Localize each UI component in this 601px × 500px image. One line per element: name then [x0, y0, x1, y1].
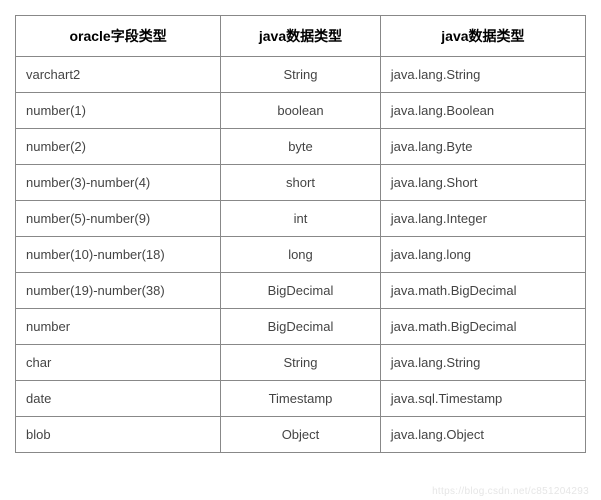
cell-java-primitive: boolean — [221, 93, 381, 129]
header-oracle-type: oracle字段类型 — [16, 16, 221, 57]
table-row: dateTimestampjava.sql.Timestamp — [16, 381, 586, 417]
cell-oracle-type: number(3)-number(4) — [16, 165, 221, 201]
cell-java-primitive: Timestamp — [221, 381, 381, 417]
cell-java-class: java.lang.Integer — [380, 201, 585, 237]
cell-oracle-type: date — [16, 381, 221, 417]
cell-java-primitive: BigDecimal — [221, 309, 381, 345]
cell-java-class: java.lang.Byte — [380, 129, 585, 165]
header-java-type-1: java数据类型 — [221, 16, 381, 57]
cell-java-class: java.math.BigDecimal — [380, 309, 585, 345]
cell-oracle-type: number(19)-number(38) — [16, 273, 221, 309]
table-row: number(10)-number(18)longjava.lang.long — [16, 237, 586, 273]
cell-java-primitive: String — [221, 345, 381, 381]
cell-java-primitive: BigDecimal — [221, 273, 381, 309]
cell-java-primitive: Object — [221, 417, 381, 453]
table-row: number(1)booleanjava.lang.Boolean — [16, 93, 586, 129]
cell-java-primitive: String — [221, 57, 381, 93]
cell-oracle-type: char — [16, 345, 221, 381]
cell-oracle-type: number — [16, 309, 221, 345]
table-row: blobObjectjava.lang.Object — [16, 417, 586, 453]
cell-java-class: java.lang.Boolean — [380, 93, 585, 129]
cell-java-class: java.lang.Object — [380, 417, 585, 453]
cell-java-primitive: long — [221, 237, 381, 273]
cell-java-primitive: short — [221, 165, 381, 201]
cell-java-class: java.sql.Timestamp — [380, 381, 585, 417]
cell-oracle-type: varchart2 — [16, 57, 221, 93]
cell-java-class: java.lang.String — [380, 57, 585, 93]
header-java-type-2: java数据类型 — [380, 16, 585, 57]
table-body: varchart2Stringjava.lang.Stringnumber(1)… — [16, 57, 586, 453]
table-row: number(2)bytejava.lang.Byte — [16, 129, 586, 165]
cell-java-primitive: int — [221, 201, 381, 237]
cell-oracle-type: blob — [16, 417, 221, 453]
cell-java-primitive: byte — [221, 129, 381, 165]
cell-java-class: java.lang.String — [380, 345, 585, 381]
cell-java-class: java.lang.long — [380, 237, 585, 273]
type-mapping-table: oracle字段类型 java数据类型 java数据类型 varchart2St… — [15, 15, 586, 453]
cell-oracle-type: number(10)-number(18) — [16, 237, 221, 273]
table-row: number(19)-number(38)BigDecimaljava.math… — [16, 273, 586, 309]
table-row: number(3)-number(4)shortjava.lang.Short — [16, 165, 586, 201]
cell-java-class: java.lang.Short — [380, 165, 585, 201]
table-row: charStringjava.lang.String — [16, 345, 586, 381]
table-header: oracle字段类型 java数据类型 java数据类型 — [16, 16, 586, 57]
table-row: varchart2Stringjava.lang.String — [16, 57, 586, 93]
cell-oracle-type: number(5)-number(9) — [16, 201, 221, 237]
table-row: numberBigDecimaljava.math.BigDecimal — [16, 309, 586, 345]
cell-oracle-type: number(1) — [16, 93, 221, 129]
watermark-text: https://blog.csdn.net/c851204293 — [432, 486, 589, 497]
cell-java-class: java.math.BigDecimal — [380, 273, 585, 309]
table-row: number(5)-number(9)intjava.lang.Integer — [16, 201, 586, 237]
cell-oracle-type: number(2) — [16, 129, 221, 165]
